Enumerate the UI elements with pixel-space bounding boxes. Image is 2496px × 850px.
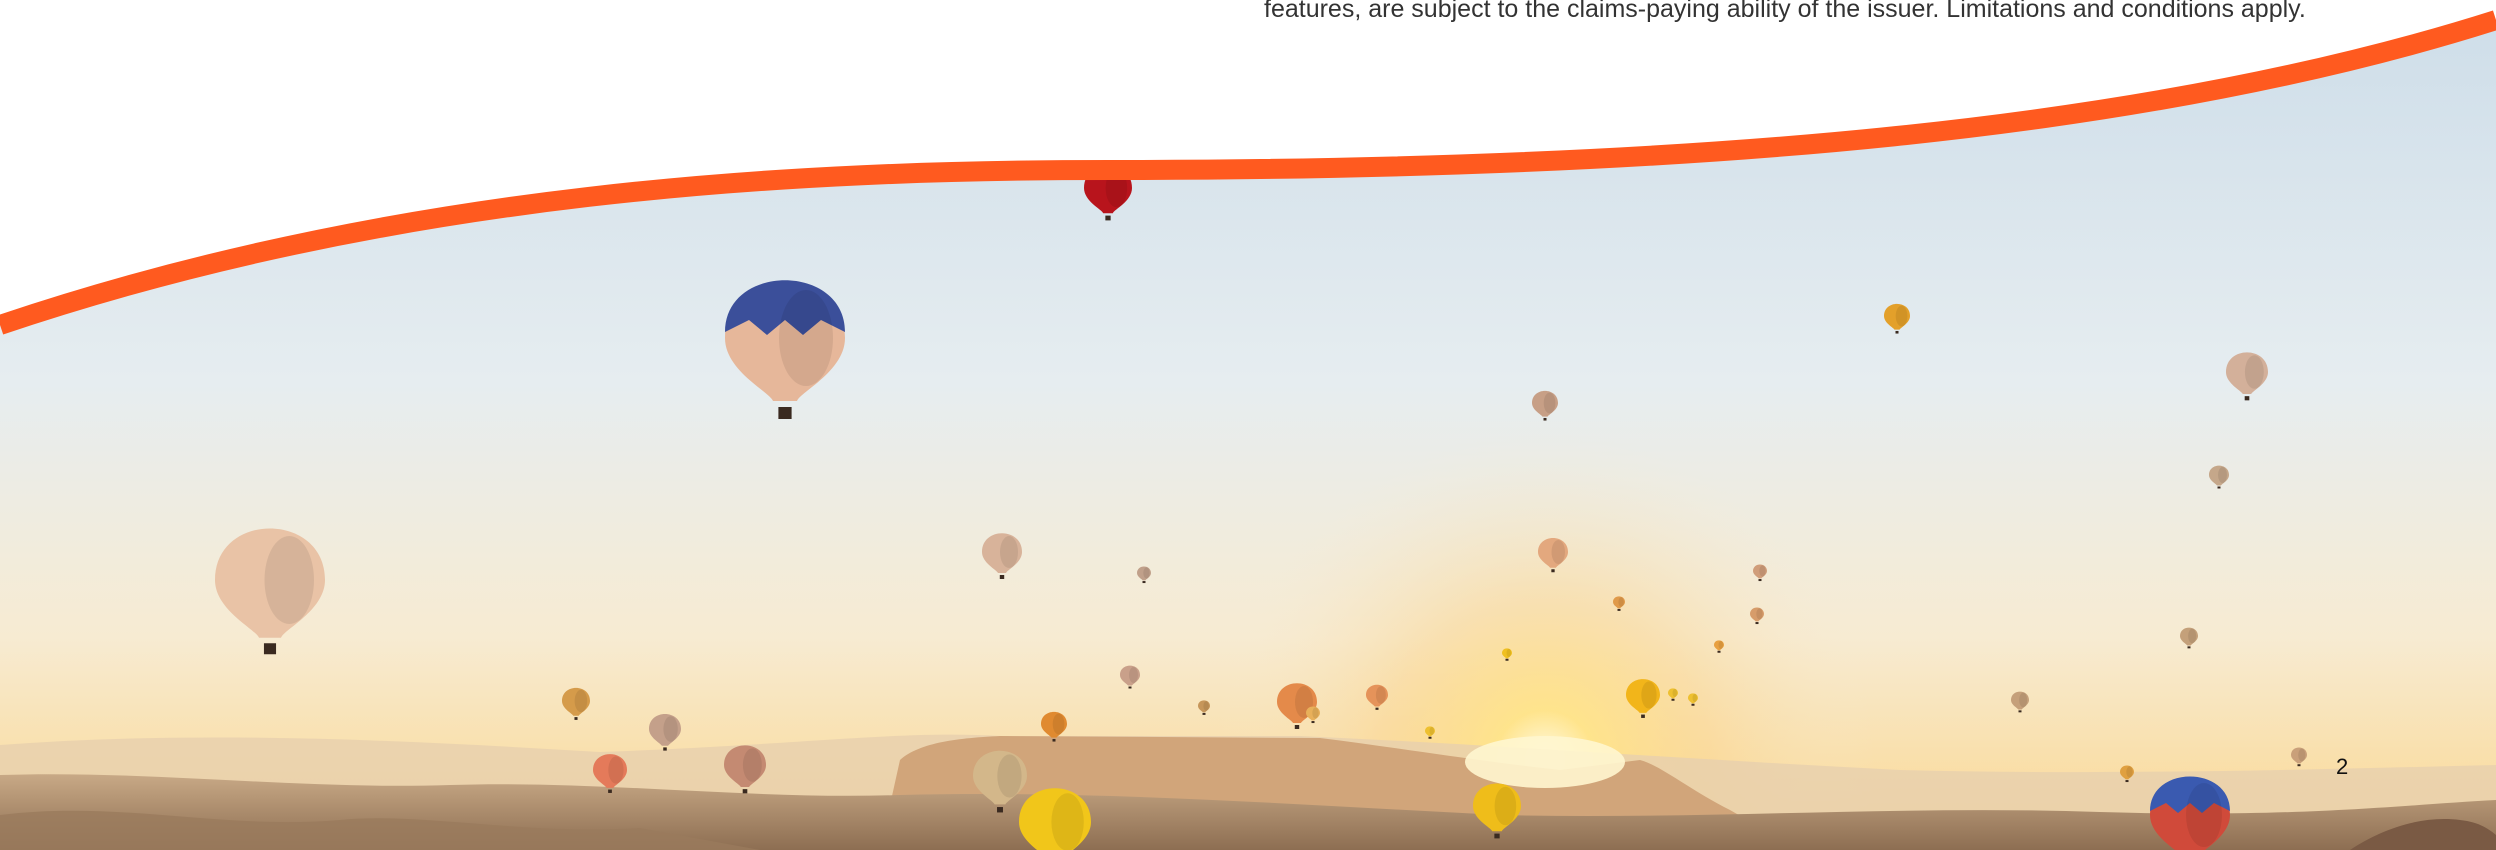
hero-photo bbox=[0, 10, 2496, 850]
balloon bbox=[1019, 788, 1091, 850]
disclaimer-text: features, are subject to the claims-payi… bbox=[1264, 0, 2306, 23]
page-number: 2 bbox=[2336, 754, 2349, 779]
